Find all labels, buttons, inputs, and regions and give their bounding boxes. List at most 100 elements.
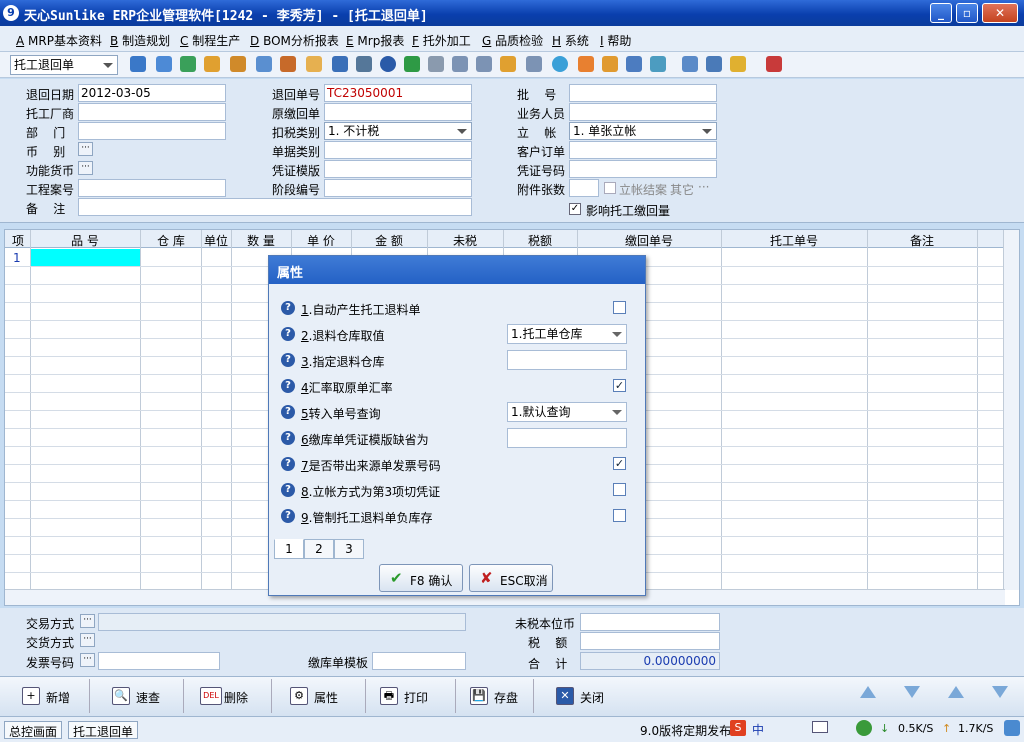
close-window-button[interactable]: ✕ [982,3,1018,23]
batch-field[interactable] [569,84,717,102]
folder-icon[interactable] [306,56,322,72]
window-icon[interactable] [682,56,698,72]
tab-page-3[interactable]: 3 [334,539,364,559]
invoice-lookup-button[interactable]: ··· [80,653,95,667]
col-warehouse[interactable]: 仓 库 [141,232,201,249]
settle-close-checkbox[interactable] [604,182,616,194]
users-icon[interactable] [280,56,296,72]
bell-icon[interactable] [578,56,594,72]
delete-button[interactable]: DEL 删除 [192,679,272,713]
ime-mode-icon[interactable]: 中 [752,721,764,738]
menu-bom-reports[interactable]: D BOM分析报表 [250,32,339,49]
tray-icon[interactable] [1004,720,1020,736]
keyboard-icon[interactable] [812,721,828,733]
impact-return-checkbox[interactable]: ✓ [569,203,581,215]
briefcase-icon[interactable] [230,56,246,72]
vertical-scrollbar[interactable] [1003,230,1019,590]
return-date-field[interactable]: 2012-03-05 [78,84,226,102]
trade-method-lookup-button[interactable]: ··· [80,614,95,628]
col-item[interactable]: 项 [7,232,29,249]
col-untaxed[interactable]: 未税 [427,232,503,249]
menu-system[interactable]: H 系统 [552,32,589,49]
menu-mrp-reports[interactable]: E Mrp报表 [346,32,404,49]
minimize-button[interactable]: _ [930,3,952,23]
stage-field[interactable] [324,179,472,197]
negative-stock-checkbox[interactable] [613,509,626,522]
close-button[interactable]: ✕ 关闭 [548,679,620,713]
source-invoice-checkbox[interactable]: ✓ [613,457,626,470]
project-field[interactable] [78,179,226,197]
monitor-icon[interactable] [156,56,172,72]
transfer-query-select[interactable]: 1.默认查询 [507,402,627,422]
menu-outsourcing[interactable]: F 托外加工 [412,32,471,49]
dept-field[interactable] [78,122,226,140]
func-currency-lookup-button[interactable]: ··· [78,161,93,175]
voucher-template-input[interactable] [507,428,627,448]
delivery-method-lookup-button[interactable]: ··· [80,633,95,647]
return-warehouse-select[interactable]: 1.托工单仓库 [507,324,627,344]
menu-quality[interactable]: G 品质检验 [482,32,543,49]
book-icon[interactable] [332,56,348,72]
attachments-field[interactable] [569,179,599,197]
copy-icon[interactable] [526,56,542,72]
ime-icon[interactable]: S [730,720,746,736]
tab-page-1[interactable]: 1 [274,539,304,559]
col-remark[interactable]: 备注 [867,232,977,249]
confirm-button[interactable]: ✔ F8 确认 [379,564,463,592]
specify-warehouse-input[interactable] [507,350,627,370]
untaxed-field[interactable] [580,613,720,631]
tab-main-control[interactable]: 总控画面 [4,721,63,739]
voucher-template-field[interactable] [324,160,472,178]
voucher-no-field[interactable] [569,160,717,178]
refresh-icon[interactable] [650,56,666,72]
exchange-rate-checkbox[interactable]: ✓ [613,379,626,392]
col-return-no[interactable]: 缴回单号 [577,232,721,249]
drawer-icon[interactable] [500,56,516,72]
home-icon[interactable] [256,56,272,72]
tab-outsource-return[interactable]: 托工退回单 [68,721,139,739]
prev-record-icon[interactable] [948,686,964,698]
vendor-field[interactable] [78,103,226,121]
quick-search-button[interactable]: 🔍 速查 [104,679,184,713]
remark-field[interactable] [78,198,472,216]
last-record-icon[interactable] [992,686,1008,698]
lock-icon[interactable] [204,56,220,72]
tax-amount-field[interactable] [580,632,720,650]
cascade-icon[interactable] [730,56,746,72]
first-record-icon[interactable] [860,686,876,698]
col-price[interactable]: 单 价 [291,232,351,249]
tree-icon[interactable] [130,56,146,72]
doc-type-select[interactable]: 托工退回单 [10,55,118,75]
template-field[interactable] [372,652,466,670]
phone-icon[interactable] [180,56,196,72]
account-select[interactable]: 1. 单张立帐 [569,122,717,140]
table-icon[interactable] [476,56,492,72]
return-no-field[interactable]: TC23050001 [324,84,472,102]
other-button[interactable]: 其它 [670,181,694,198]
col-amount[interactable]: 金 额 [351,232,427,249]
salesperson-field[interactable] [569,103,717,121]
cancel-button[interactable]: ✘ ESC取消 [469,564,553,592]
restore-button[interactable]: ▫ [956,3,978,23]
col-outsource-no[interactable]: 托工单号 [721,232,867,249]
help-icon[interactable] [380,56,396,72]
trade-method-field[interactable] [98,613,466,631]
orig-doc-field[interactable] [324,103,472,121]
cart-icon[interactable] [428,56,444,72]
col-qty[interactable]: 数 量 [231,232,291,249]
menu-mrp-basic[interactable]: A MRP基本资料 [16,32,102,49]
customer-order-field[interactable] [569,141,717,159]
col-tax[interactable]: 税额 [503,232,577,249]
close-doc-icon[interactable] [706,56,722,72]
currency-lookup-button[interactable]: ··· [78,142,93,156]
invoice-no-field[interactable] [98,652,220,670]
screen-icon[interactable] [626,56,642,72]
save-button[interactable]: 💾 存盘 [462,679,534,713]
menu-help[interactable]: I 帮助 [600,32,631,49]
arrow-icon[interactable] [356,56,372,72]
auto-return-checkbox[interactable] [613,301,626,314]
menu-production[interactable]: C 制程生产 [180,32,240,49]
col-unit[interactable]: 单位 [201,232,231,249]
chart-icon[interactable] [602,56,618,72]
exit-icon[interactable] [766,56,782,72]
